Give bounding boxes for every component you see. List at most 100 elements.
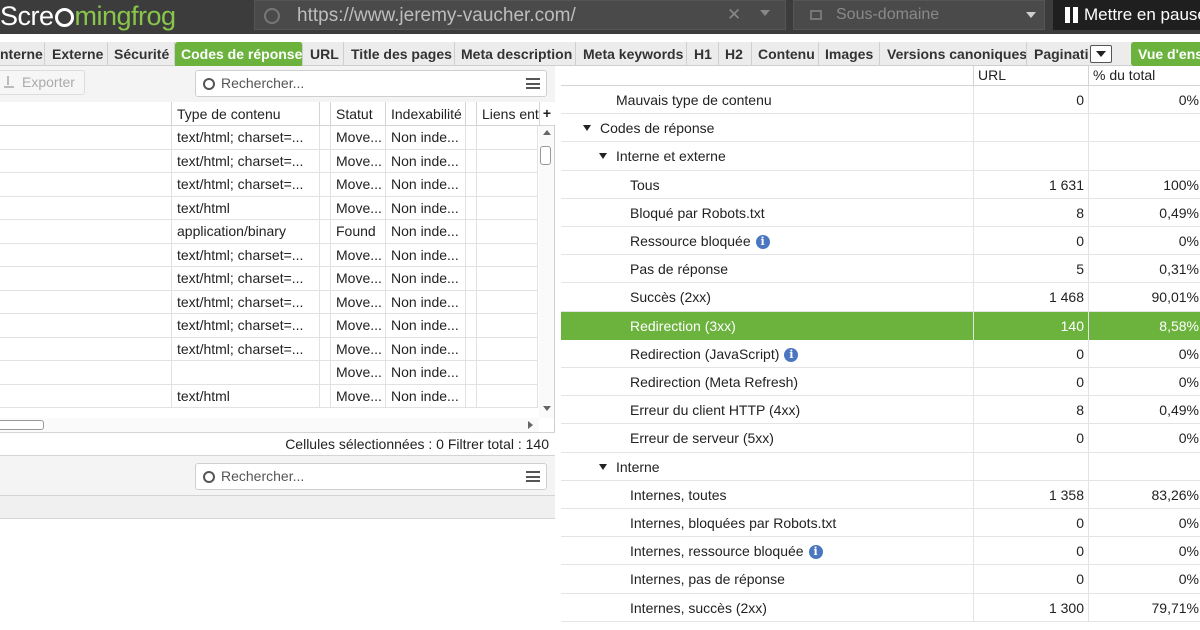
column-header-address[interactable] (0, 102, 172, 126)
url-list-panel: Exporter Rechercher... Type de contenu S… (0, 66, 555, 630)
vertical-scrollbar[interactable] (539, 126, 554, 418)
column-header-url[interactable]: URL (973, 66, 1088, 86)
table-row[interactable]: text/html; charset=... Move... Non inde... (0, 314, 538, 338)
horizontal-scrollbar[interactable] (0, 418, 539, 432)
column-header-indexability[interactable]: Indexabilité (386, 102, 466, 126)
tree-item-row[interactable]: Internes, toutes 1 358 83,26% (561, 480, 1200, 509)
scroll-down-icon[interactable] (543, 406, 551, 411)
column-header-percent[interactable]: % du total (1088, 66, 1200, 86)
cell-address (0, 384, 172, 408)
table-row[interactable]: text/html; charset=... Move... Non inde... (0, 243, 538, 267)
cell-status: Move... (331, 126, 386, 149)
table-row[interactable]: text/html Move... Non inde... (0, 196, 538, 220)
overview-button[interactable]: Vue d'ens (1131, 42, 1200, 66)
table-row[interactable]: text/html; charset=... Move... Non inde... (0, 173, 538, 197)
tab-images[interactable]: Images (819, 42, 880, 66)
table-row[interactable]: text/html Move... Non inde... (0, 384, 538, 408)
cell-status: Move... (331, 361, 386, 384)
selection-status: Cellules sélectionnées : 0 Filtrer total… (285, 436, 549, 452)
search-input[interactable]: Rechercher... (195, 70, 547, 97)
tree-item-label: Bloqué par Robots.txt (630, 204, 765, 221)
table-row[interactable]: text/html; charset=... Move... Non inde... (0, 337, 538, 361)
scroll-right-icon[interactable] (528, 421, 533, 429)
more-tabs-dropdown[interactable] (1090, 45, 1112, 63)
details-search-input[interactable]: Rechercher... (195, 463, 547, 490)
cell-spacer (466, 267, 477, 290)
crawl-mode-select[interactable]: Sous-domaine (793, 0, 1045, 30)
tree-item-row[interactable]: Internes, ressource bloquée i 0 0% (561, 537, 1200, 566)
info-icon[interactable]: i (784, 347, 799, 362)
tab-securite[interactable]: Sécurité (108, 42, 175, 66)
table-row[interactable]: text/html; charset=... Move... Non inde... (0, 126, 538, 150)
tree-group-row[interactable]: Codes de réponse (561, 114, 1200, 143)
tree-item-row[interactable]: Internes, bloquées par Robots.txt 0 0% (561, 509, 1200, 538)
cell-spacer (320, 243, 331, 267)
column-header-spacer (320, 102, 331, 126)
tab-h1[interactable]: H1 (688, 42, 719, 66)
cell-spacer (320, 314, 331, 337)
url-count: 0 (973, 537, 1088, 566)
table-row[interactable]: Move... Non inde... (0, 361, 538, 385)
column-header-inlinks[interactable]: Liens ent (477, 102, 540, 126)
expand-arrow-icon[interactable] (599, 463, 607, 470)
tree-item-row[interactable]: Pas de réponse 5 0,31% (561, 255, 1200, 284)
tab-meta-description[interactable]: Meta description (455, 42, 576, 66)
tab-externe[interactable]: Externe (46, 42, 108, 66)
scrollbar-thumb[interactable] (0, 420, 44, 430)
table-row[interactable]: text/html; charset=... Move... Non inde... (0, 267, 538, 291)
pause-icon (1065, 7, 1078, 23)
cell-address (0, 196, 172, 220)
column-header-status[interactable]: Statut (331, 102, 386, 126)
scrollbar-thumb[interactable] (540, 146, 551, 165)
percent-of-total: 0,31% (1088, 255, 1200, 284)
tree-item-row[interactable]: Succès (2xx) 1 468 90,01% (561, 283, 1200, 312)
tree-item: Redirection (JavaScript) i (630, 340, 799, 368)
tree-item-row[interactable]: Tous 1 631 100% (561, 170, 1200, 199)
tree-item-row[interactable]: Erreur de serveur (5xx) 0 0% (561, 424, 1200, 453)
tab-contenu[interactable]: Contenu (752, 42, 819, 66)
filter-settings-icon[interactable] (526, 78, 540, 89)
tree-item-row[interactable]: Ressource bloquée i 0 0% (561, 227, 1200, 256)
info-icon[interactable]: i (755, 235, 770, 249)
cell-spacer (466, 361, 477, 384)
tab-h2[interactable]: H2 (719, 42, 752, 66)
tree-group-row[interactable]: Interne et externe (561, 142, 1200, 171)
table-row[interactable]: application/binary Found Non inde... (0, 220, 538, 244)
tree-item-row[interactable]: Redirection (Meta Refresh) 0 0% (561, 368, 1200, 397)
tab-url[interactable]: URL (304, 42, 344, 66)
tab-codes-de-reponse[interactable]: Codes de réponse (175, 42, 303, 66)
expand-arrow-icon[interactable] (599, 153, 607, 160)
tree-item-row[interactable]: Erreur du client HTTP (4xx) 8 0,49% (561, 396, 1200, 425)
table-row[interactable]: text/html; charset=... Move... Non inde... (0, 149, 538, 173)
tree-item-row[interactable]: Bloqué par Robots.txt 8 0,49% (561, 198, 1200, 227)
expand-arrow-icon[interactable] (583, 125, 591, 132)
tab-title-des-pages[interactable]: Title des pages (345, 42, 455, 66)
tree-item: Tous (630, 171, 660, 199)
tree-item-row[interactable]: Internes, succès (2xx) 1 300 79,71% (561, 593, 1200, 622)
scroll-up-icon[interactable] (543, 130, 551, 135)
cell-inlinks (477, 290, 538, 314)
info-icon[interactable]: i (808, 545, 823, 560)
tab-versions-canoniques[interactable]: Versions canoniques (881, 42, 1027, 66)
cell-spacer (320, 173, 331, 196)
url-input[interactable]: https://www.jeremy-vaucher.com/ ✕ (254, 0, 786, 30)
table-row[interactable]: text/html; charset=... Move... Non inde... (0, 290, 538, 314)
column-header-content-type[interactable]: Type de contenu (172, 102, 320, 126)
tab-meta-keywords[interactable]: Meta keywords (577, 42, 687, 66)
column-header-spacer (466, 102, 477, 126)
tree-item-row[interactable]: Redirection (3xx) 140 8,58% (561, 311, 1200, 340)
clear-url-icon[interactable]: ✕ (727, 5, 741, 25)
filter-settings-icon[interactable] (526, 471, 540, 482)
tree-item-row[interactable]: Internes, pas de réponse 0 0% (561, 565, 1200, 594)
url-count: 1 300 (973, 593, 1088, 622)
tab-pagination[interactable]: Paginati (1028, 42, 1088, 66)
tree-item-label: Ressource bloquée (630, 233, 751, 249)
tree-item-row[interactable]: Mauvais type de contenu 0 0% (561, 86, 1200, 115)
add-column-button[interactable]: + (540, 102, 554, 126)
tree-group-row[interactable]: Interne (561, 452, 1200, 481)
pause-button[interactable]: Mettre en pause (1053, 0, 1200, 30)
export-button[interactable]: Exporter (0, 70, 85, 95)
url-history-chevron-icon[interactable] (760, 10, 770, 16)
tree-item-row[interactable]: Redirection (JavaScript) i 0 0% (561, 339, 1200, 368)
tab-interne[interactable]: nterne (0, 42, 45, 66)
